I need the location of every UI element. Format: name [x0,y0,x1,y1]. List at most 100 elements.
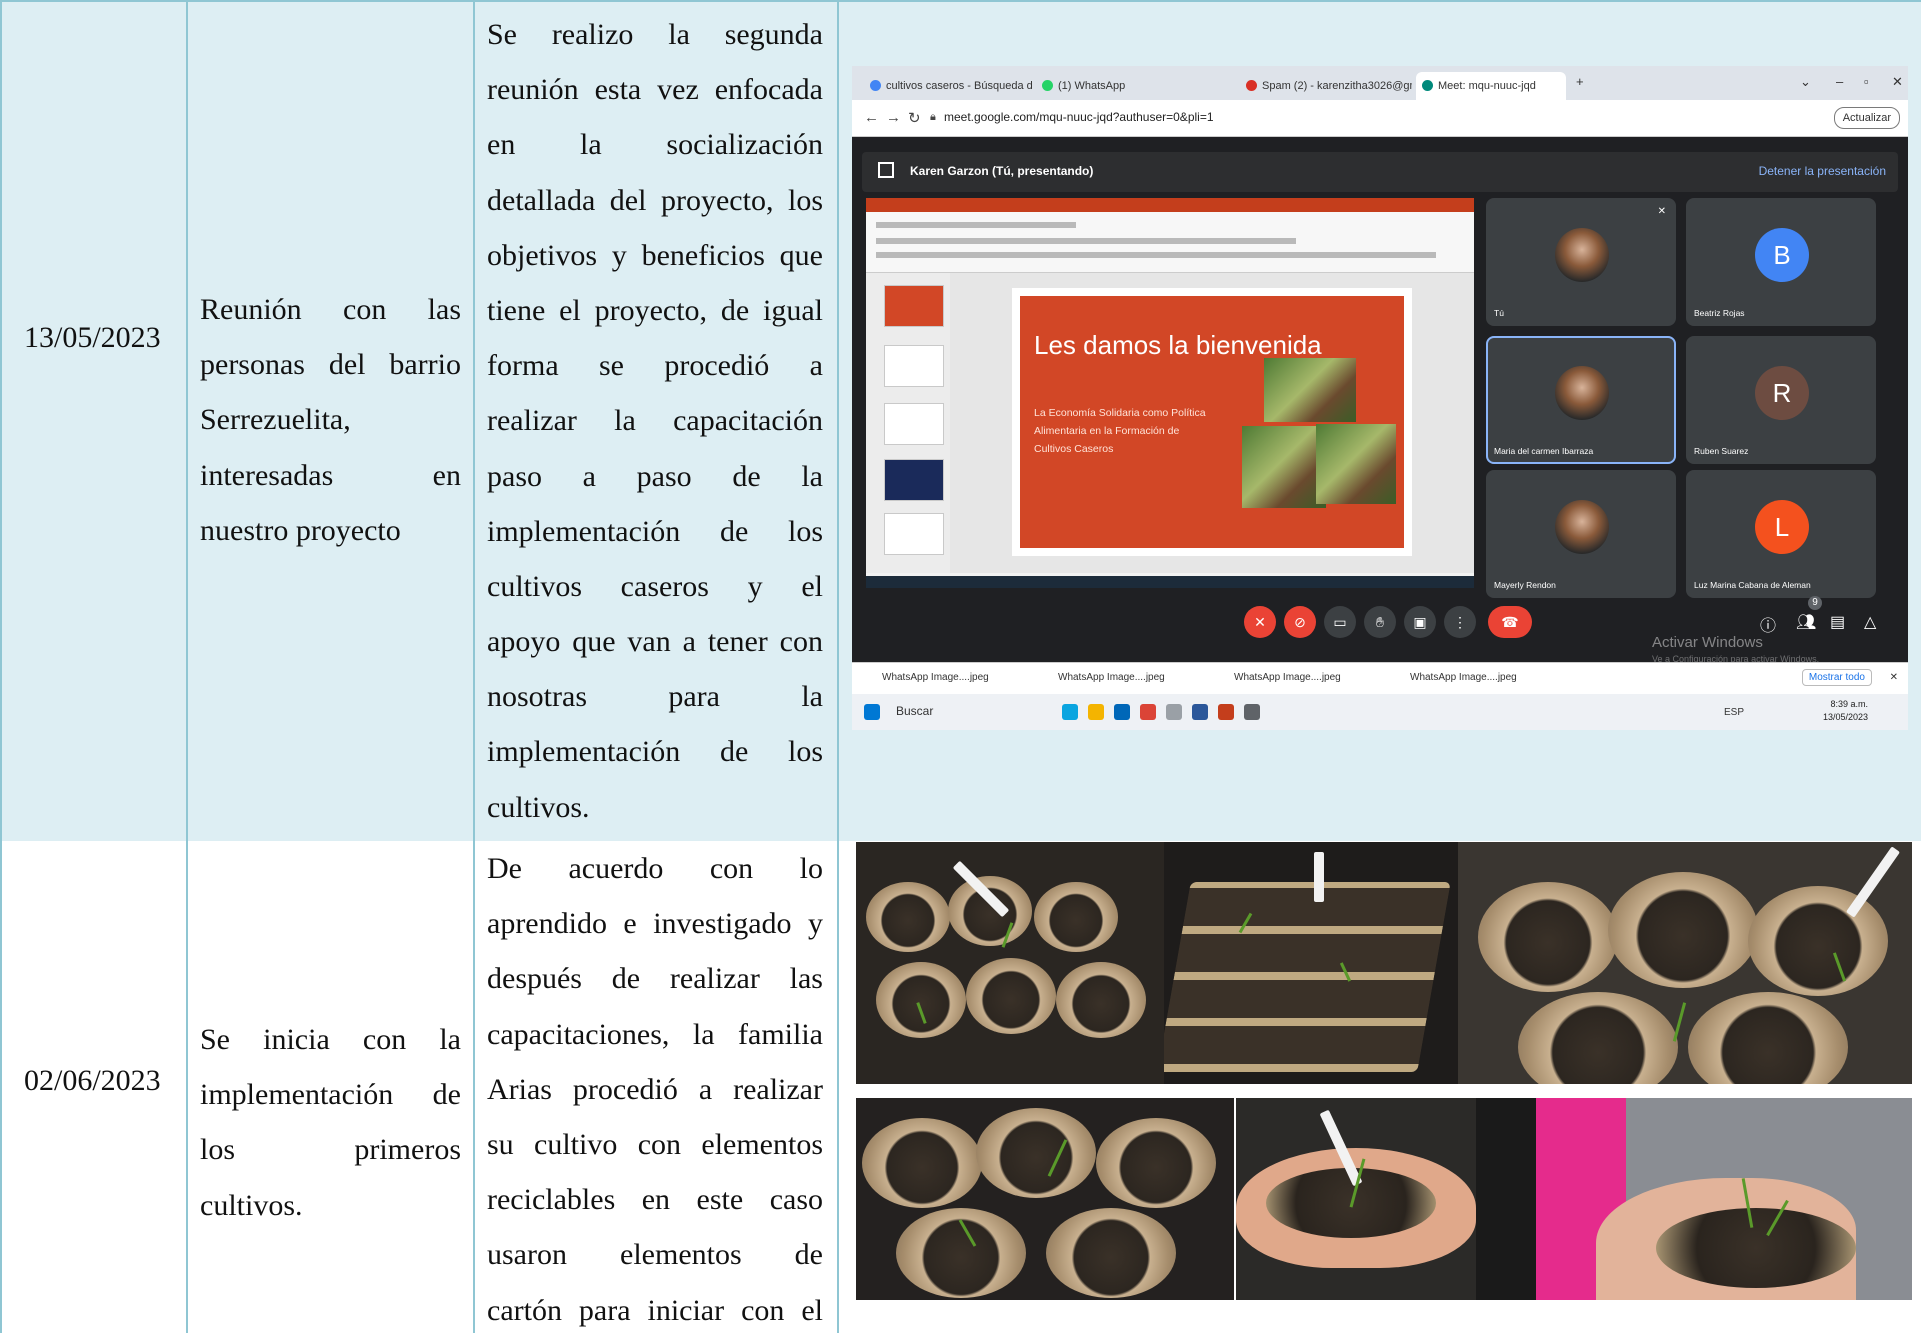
participant-name: Luz Marina Cabana de Aleman [1694,580,1811,590]
date-text: 02/06/2023 [24,1064,161,1097]
activity-cell: Se inicia con la implementación de los p… [188,841,475,1333]
date-cell: 13/05/2023 [0,2,188,841]
mic-off-icon: ✕ [1657,206,1666,217]
captions-button[interactable]: ▭ [1324,606,1356,638]
participant-name: Beatriz Rojas [1694,308,1745,318]
whatsapp-icon [1042,80,1053,91]
activity-line: nuestro proyecto [200,513,401,547]
date-text: 13/05/2023 [24,321,161,354]
description-line: capacitaciones, la familia [487,1017,823,1051]
participant-tile[interactable]: B Beatriz Rojas [1686,198,1876,326]
seedling-photo [856,842,1164,1084]
lock-icon: 🔒︎ [930,111,936,123]
activity-line: implementación de [200,1078,461,1112]
description-line: después de realizar las [487,962,823,996]
mic-off-button[interactable]: ✕ [1244,606,1276,638]
participant-name: Maria del carmen Ibarraza [1494,446,1594,456]
new-tab-icon[interactable]: + [1576,74,1584,89]
browser-tab[interactable]: Spam (2) - karenzitha3026@gm [1240,72,1412,100]
description-line: detallada del proyecto, los [487,183,823,217]
presenter-name: Karen Garzon (Tú, presentando) [910,164,1094,178]
participant-tile[interactable]: ✕ Tú [1486,198,1676,326]
chat-icon[interactable]: ▤ [1830,612,1845,632]
gmail-icon [1246,80,1257,91]
powerpoint-ribbon [866,212,1474,273]
info-icon[interactable]: ⓘ [1760,612,1776,636]
present-button[interactable]: ▣ [1404,606,1436,638]
activities-icon[interactable]: △ [1864,612,1876,632]
slide-photo [1316,424,1396,504]
url-field[interactable]: meet.google.com/mqu-nuuc-jqd?authuser=0&… [944,110,1214,124]
browser-tab[interactable]: Meet: mqu-nuuc-jqd [1416,72,1566,100]
system-clock: 8:39 a.m. 13/05/2023 [1823,698,1868,724]
reload-icon[interactable]: ↻ [908,109,921,127]
show-all-button[interactable]: Mostrar todo [1801,669,1872,686]
clock-date: 13/05/2023 [1822,712,1868,722]
tab-label: cultivos caseros - Búsqueda de G [886,80,1032,92]
close-downloads-icon[interactable]: ✕ [1890,672,1898,683]
language-indicator: ESP [1724,707,1745,718]
windows-watermark: Activar Windows [1652,634,1763,651]
description-line: Se realizo la segunda [487,18,823,51]
windows-start-icon[interactable] [864,704,880,720]
address-bar: ← → ↻ 🔒︎ meet.google.com/mqu-nuuc-jqd?au… [852,100,1908,137]
activity-line: cultivos. [200,1188,303,1222]
description-line: su cultivo con elementos [487,1127,823,1161]
activity-line: Se inicia con la [200,1023,461,1056]
participant-name: Tú [1494,308,1504,318]
activity-text: Reunión con las personas del barrio Serr… [200,282,461,558]
download-item[interactable]: WhatsApp Image....jpeg [1410,672,1517,683]
back-icon[interactable]: ← [864,109,879,126]
settings-icon[interactable] [1244,704,1260,720]
slide-thumbnail[interactable] [884,513,944,555]
participant-tile[interactable]: Mayerly Rendon [1486,470,1676,598]
slide-title: Les damos la bienvenida [1034,330,1322,360]
powerpoint-icon[interactable] [1218,704,1234,720]
slide-thumbnail[interactable] [884,459,944,501]
word-icon[interactable] [1192,704,1208,720]
app-icon[interactable] [1166,704,1182,720]
chrome-icon[interactable] [1140,704,1156,720]
close-icon[interactable]: ✕ [1892,74,1903,90]
description-line: cartón para iniciar con el [487,1293,823,1327]
browser-tab[interactable]: cultivos caseros - Búsqueda de G [864,72,1032,100]
mail-icon[interactable] [1114,704,1130,720]
minimize-icon[interactable]: – [1836,74,1843,89]
description-line: De acuerdo con lo [487,852,823,885]
participant-tile[interactable]: R Ruben Suarez [1686,336,1876,464]
download-item[interactable]: WhatsApp Image....jpeg [1234,672,1341,683]
browser-tab[interactable]: (1) WhatsApp [1036,72,1236,100]
description-line: cultivos caseros y el [487,569,823,603]
taskbar-search[interactable]: Buscar [896,704,933,718]
people-icon[interactable]: 👥︎ [1796,612,1816,632]
meet-icon [1422,80,1433,91]
avatar: B [1755,228,1809,282]
participant-tile[interactable]: Maria del carmen Ibarraza [1486,336,1676,464]
description-line: nosotras para la [487,680,823,714]
activity-line: interesadas en [200,458,461,492]
maximize-icon[interactable]: ▫ [1864,74,1869,89]
activity-line: los primeros [200,1133,461,1167]
chevron-down-icon[interactable]: ⌄ [1800,74,1811,90]
edge-icon[interactable] [1062,704,1078,720]
update-button[interactable]: Actualizar [1833,107,1900,129]
slide-thumbnail[interactable] [884,403,944,445]
participant-name: Ruben Suarez [1694,446,1749,456]
camera-off-button[interactable]: ⊘ [1284,606,1316,638]
slide-thumbnail[interactable] [884,285,944,327]
activity-cell: Reunión con las personas del barrio Serr… [188,2,475,841]
slide-thumbnail[interactable] [884,345,944,387]
raise-hand-button[interactable]: ✋︎ [1364,606,1396,638]
slide-photo [1264,358,1356,422]
forward-icon[interactable]: → [886,109,901,126]
tab-label: Spam (2) - karenzitha3026@gm [1262,80,1412,92]
more-options-button[interactable]: ⋮ [1444,606,1476,638]
stop-presenting-button[interactable]: Detener la presentación [1759,164,1886,178]
download-item[interactable]: WhatsApp Image....jpeg [882,672,989,683]
folder-icon[interactable] [1088,704,1104,720]
avatar [1555,500,1609,554]
hang-up-button[interactable]: ☎︎ [1488,606,1532,638]
description-line: en la socialización [487,128,823,162]
download-item[interactable]: WhatsApp Image....jpeg [1058,672,1165,683]
participant-tile[interactable]: L Luz Marina Cabana de Aleman [1686,470,1876,598]
